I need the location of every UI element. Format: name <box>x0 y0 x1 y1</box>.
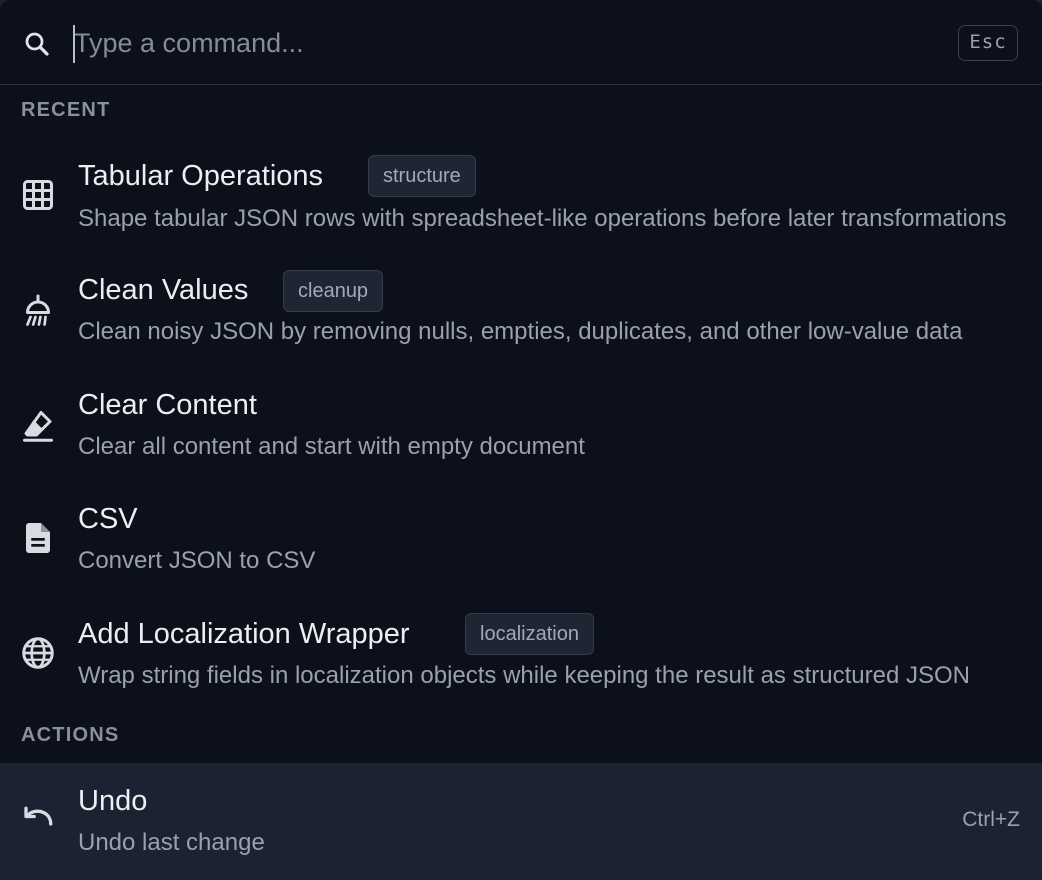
command-item-clear-content[interactable]: Clear Content Clear all content and star… <box>0 371 1042 485</box>
command-item-description: Undo last change <box>78 829 265 856</box>
command-item-description: Clear all content and start with empty d… <box>78 433 585 460</box>
document-icon <box>26 523 50 553</box>
category-tag: structure <box>368 155 476 197</box>
command-item-add-localization-wrapper[interactable]: Add Localization Wrapper localization Wr… <box>0 600 1042 714</box>
command-item-clean-values[interactable]: Clean Values cleanup Clean noisy JSON by… <box>0 256 1042 370</box>
command-item-title: Tabular Operations <box>78 160 324 192</box>
command-item-title: Clean Values <box>78 274 249 306</box>
command-item-tabular-operations[interactable]: Tabular Operations structure Shape tabul… <box>0 142 1042 256</box>
command-item-title: Clear Content <box>78 389 257 421</box>
text-caret <box>73 25 75 63</box>
command-item-description: Clean noisy JSON by removing nulls, empt… <box>78 318 963 345</box>
command-item-csv[interactable]: CSV Convert JSON to CSV <box>0 485 1042 599</box>
command-item-title: Undo <box>78 785 148 817</box>
command-item-title: Add Localization Wrapper <box>78 618 410 650</box>
esc-key-badge[interactable]: Esc <box>958 25 1018 61</box>
table-icon <box>23 180 53 210</box>
command-item-description: Wrap string fields in localization objec… <box>78 662 970 689</box>
shower-icon <box>26 294 50 326</box>
command-palette: Esc RECENT Tabular Operations structure … <box>0 0 1042 880</box>
category-tag: localization <box>465 613 594 655</box>
section-header-actions: ACTIONS <box>21 724 120 746</box>
section-header-recent: RECENT <box>21 99 111 121</box>
eraser-icon <box>23 411 53 442</box>
undo-icon <box>24 806 53 826</box>
command-item-description: Shape tabular JSON rows with spreadsheet… <box>78 205 1007 232</box>
keyboard-shortcut: Ctrl+Z <box>962 808 1020 831</box>
command-item-title: CSV <box>78 503 138 535</box>
command-item-undo[interactable]: Undo Undo last change Ctrl+Z <box>0 763 1042 880</box>
command-search-input[interactable] <box>72 22 934 64</box>
search-bar: Esc <box>0 0 1042 85</box>
command-item-description: Convert JSON to CSV <box>78 547 316 574</box>
search-icon <box>25 32 49 56</box>
category-tag: cleanup <box>283 270 384 312</box>
globe-icon <box>22 637 54 669</box>
